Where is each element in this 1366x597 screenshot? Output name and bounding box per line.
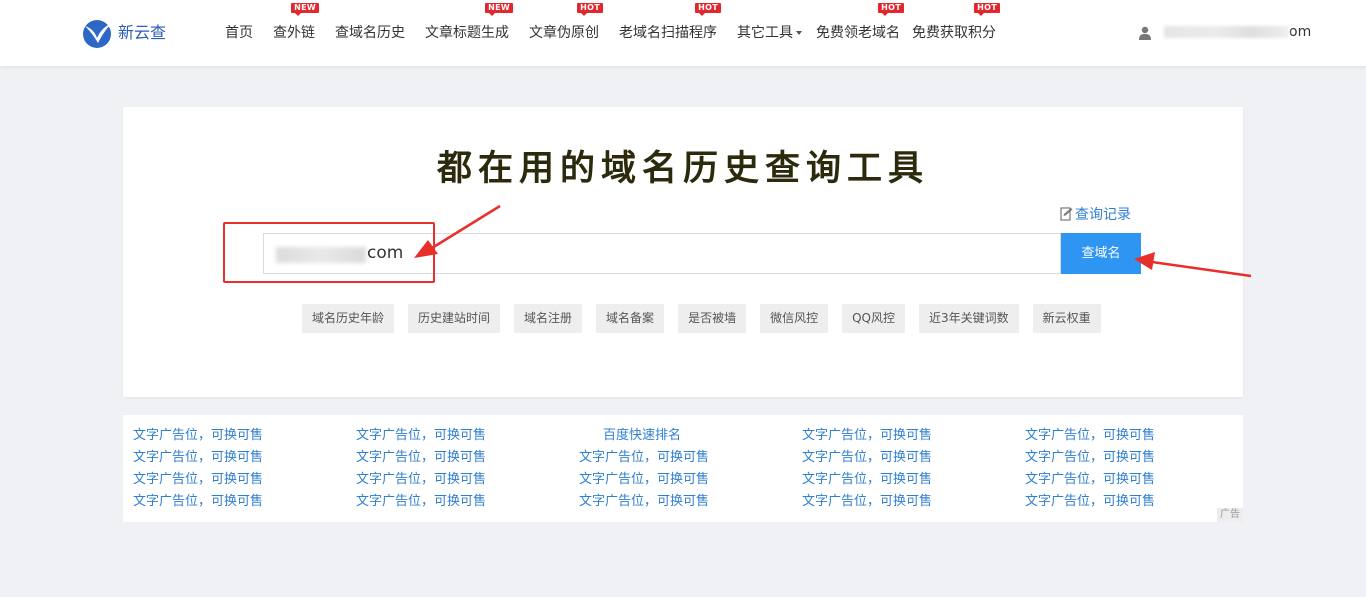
ad-link[interactable]: 文字广告位，可换可售: [1025, 425, 1248, 447]
tag-icp-record[interactable]: 域名备案: [596, 304, 665, 333]
tag-domain-registration[interactable]: 域名注册: [514, 304, 583, 333]
site-logo[interactable]: 新云查: [81, 17, 166, 49]
annotation-highlight-box: [223, 222, 435, 283]
nav-backlinks[interactable]: 查外链 NEW: [273, 3, 319, 43]
nav-article-rewrite[interactable]: 文章伪原创 HOT: [529, 3, 603, 43]
nav-label: 文章标题生成: [425, 25, 509, 41]
ad-link[interactable]: 文字广告位，可换可售: [802, 447, 1025, 469]
top-navbar: 新云查 首页 查外链 NEW 查域名历史 文章标题生成 NEW 文章伪原创 HO…: [0, 0, 1366, 66]
nav-label: 老域名扫描程序: [619, 25, 717, 41]
new-badge: NEW: [291, 3, 319, 16]
nav-free-points[interactable]: 免费获取积分 HOT: [912, 3, 1000, 43]
ad-link[interactable]: 文字广告位，可换可售: [356, 469, 579, 491]
ad-link[interactable]: 文字广告位，可换可售: [579, 447, 802, 469]
user-menu[interactable]: om: [1139, 24, 1311, 40]
ad-link[interactable]: 文字广告位，可换可售: [133, 491, 356, 513]
hot-badge: HOT: [974, 3, 1000, 16]
ad-link[interactable]: 文字广告位，可换可售: [356, 447, 579, 469]
nav-label: 首页: [225, 25, 253, 41]
ad-link[interactable]: 百度快速排名: [579, 425, 802, 447]
caret-down-icon: [796, 31, 802, 35]
ad-grid: 文字广告位，可换可售 文字广告位，可换可售 百度快速排名 文字广告位，可换可售 …: [133, 425, 1248, 513]
ad-label: 广告: [1217, 508, 1243, 522]
ad-link[interactable]: 文字广告位，可换可售: [133, 447, 356, 469]
new-badge: NEW: [485, 3, 513, 16]
ad-link[interactable]: 文字广告位，可换可售: [1025, 491, 1248, 513]
ad-link[interactable]: 文字广告位，可换可售: [1025, 469, 1248, 491]
tag-blocked-check[interactable]: 是否被墙: [678, 304, 747, 333]
nav-label: 查外链: [273, 25, 315, 41]
ad-link[interactable]: 文字广告位，可换可售: [356, 491, 579, 513]
history-edit-icon: [1060, 207, 1073, 221]
hot-badge: HOT: [577, 3, 603, 16]
redacted-username: [1164, 26, 1289, 38]
nav-label: 免费领老域名: [816, 25, 900, 41]
ad-link[interactable]: 文字广告位，可换可售: [802, 491, 1025, 513]
hot-badge: HOT: [695, 3, 721, 16]
username-suffix: om: [1289, 24, 1312, 40]
tag-wechat-risk[interactable]: 微信风控: [760, 304, 829, 333]
ad-link[interactable]: 文字广告位，可换可售: [579, 491, 802, 513]
tag-xinyun-weight[interactable]: 新云权重: [1032, 304, 1101, 333]
query-history-label: 查询记录: [1075, 207, 1131, 223]
feature-tags: 域名历史年龄 历史建站时间 域名注册 域名备案 是否被墙 微信风控 QQ风控 近…: [302, 304, 1115, 333]
bird-logo-icon: [81, 17, 113, 49]
tag-qq-risk[interactable]: QQ风控: [842, 304, 905, 333]
query-history-link[interactable]: 查询记录: [1060, 204, 1131, 224]
ad-link[interactable]: 文字广告位，可换可售: [802, 425, 1025, 447]
main-nav: 首页 查外链 NEW 查域名历史 文章标题生成 NEW 文章伪原创 HOT 老域…: [225, 0, 1000, 66]
tag-site-history[interactable]: 历史建站时间: [408, 304, 501, 333]
nav-domain-scanner[interactable]: 老域名扫描程序 HOT: [619, 3, 721, 43]
nav-home[interactable]: 首页: [225, 23, 253, 43]
ad-link[interactable]: 文字广告位，可换可售: [1025, 447, 1248, 469]
nav-label: 查域名历史: [335, 25, 405, 41]
ad-link[interactable]: 文字广告位，可换可售: [356, 425, 579, 447]
tag-domain-age[interactable]: 域名历史年龄: [302, 304, 395, 333]
nav-free-domains[interactable]: 免费领老域名 HOT: [816, 3, 904, 43]
ad-link[interactable]: 文字广告位，可换可售: [802, 469, 1025, 491]
nav-label: 文章伪原创: [529, 25, 599, 41]
search-domain-button[interactable]: 查域名: [1061, 233, 1141, 274]
logo-text: 新云查: [118, 23, 167, 42]
ad-link[interactable]: 文字广告位，可换可售: [579, 469, 802, 491]
ad-link[interactable]: 文字广告位，可换可售: [133, 425, 356, 447]
ad-link[interactable]: 文字广告位，可换可售: [133, 469, 356, 491]
hot-badge: HOT: [878, 3, 904, 16]
nav-label: 免费获取积分: [912, 25, 996, 41]
nav-domain-history[interactable]: 查域名历史: [335, 23, 405, 43]
nav-other-tools-dropdown[interactable]: 其它工具: [737, 23, 802, 43]
user-icon: [1139, 25, 1151, 40]
search-panel: 都在用的域名历史查询工具 查询记录 com 查域名 域名历史年龄 历史建站时间 …: [123, 107, 1243, 397]
nav-label: 其它工具: [737, 25, 793, 41]
text-ad-panel: 文字广告位，可换可售 文字广告位，可换可售 百度快速排名 文字广告位，可换可售 …: [123, 415, 1243, 522]
nav-title-generator[interactable]: 文章标题生成 NEW: [425, 3, 513, 43]
page-title: 都在用的域名历史查询工具: [436, 149, 929, 189]
tag-keyword-count[interactable]: 近3年关键词数: [919, 304, 1019, 333]
